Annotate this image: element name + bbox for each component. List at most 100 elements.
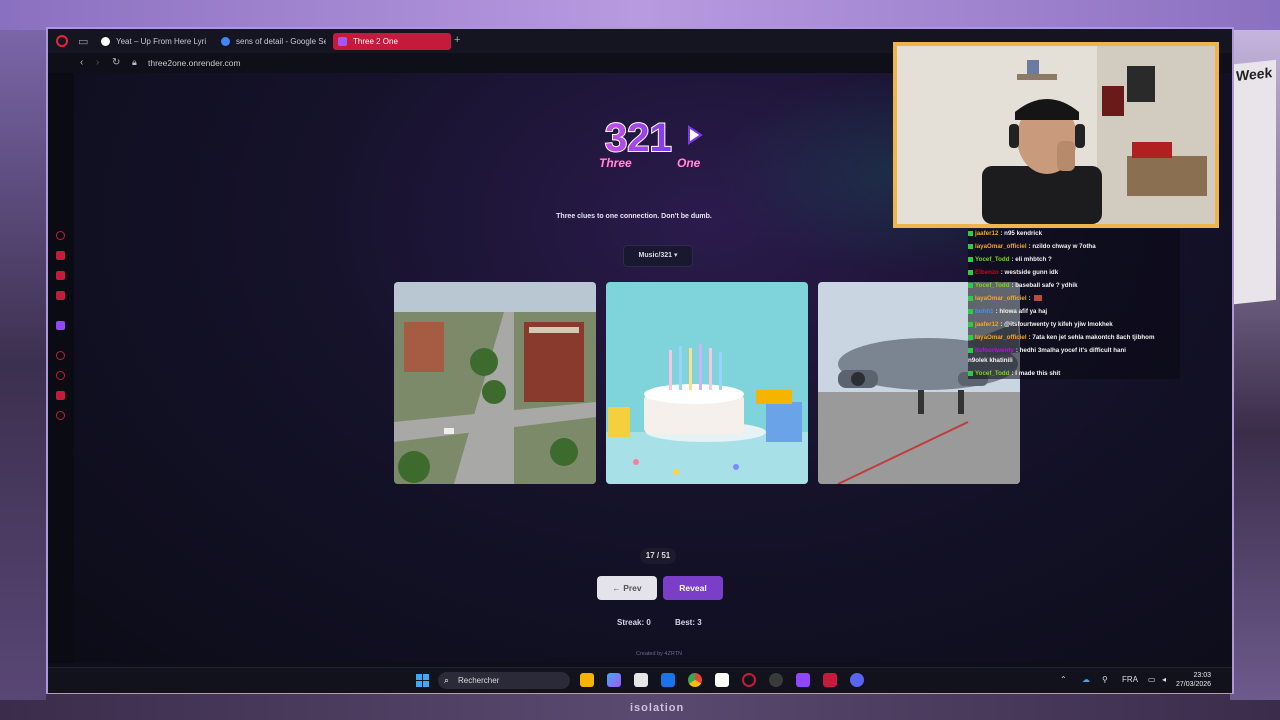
logo-word-left: Three (599, 156, 632, 170)
chat-message: jaafer12: @itsfourtwenty ty kifeh yjiw l… (968, 321, 1113, 328)
twitch-icon[interactable] (56, 321, 65, 330)
chat-message: layaOmar_officiel: 7ata ken jet sehla ma… (968, 334, 1154, 341)
browser-sidebar (48, 73, 74, 663)
discord-icon[interactable] (850, 673, 864, 687)
shop-icon[interactable] (56, 251, 65, 260)
store-icon[interactable] (634, 673, 648, 687)
tab-label: sens of detail - Google Se (236, 37, 326, 46)
search-icon: ⌕ (444, 675, 450, 685)
mod-badge-icon (968, 308, 973, 314)
mod-badge-icon (968, 282, 973, 288)
chat-message: layaOmar_officiel: nzildo chway w 7otha (968, 243, 1096, 250)
windows-taskbar: ⌕ Rechercher ⌃ ☁ ⚲ FRA ▭ ◂ 23:03 27/03/2… (48, 667, 1232, 693)
mod-badge-icon (968, 243, 973, 249)
floor-logo-text: isolation (630, 702, 685, 714)
search-placeholder: Rechercher (458, 676, 500, 685)
tab-google[interactable]: sens of detail - Google Se (216, 33, 326, 50)
onedrive-icon[interactable]: ☁ (1082, 675, 1090, 684)
aria-icon[interactable] (56, 231, 65, 240)
emote-icon (1033, 295, 1042, 302)
birthday-cake-image (606, 282, 808, 484)
chat-message: layaOmar_officiel: (968, 295, 1042, 302)
chat-message: Elbenzo: westside gunn idk (968, 269, 1058, 276)
red-app-icon[interactable] (823, 673, 837, 687)
chat-message: bohh1: hlowa afif ya haj (968, 308, 1047, 315)
mod-badge-icon (968, 347, 973, 353)
mod-badge-icon (968, 370, 973, 376)
chevron-down-icon: ▾ (673, 252, 678, 259)
whatsapp-icon[interactable] (56, 291, 65, 300)
clue-card-city[interactable] (394, 282, 596, 484)
category-select[interactable]: Music/321 ▾ (623, 245, 693, 267)
chat-message: Yocef_Todd: I made this shit (968, 370, 1060, 377)
messenger-icon[interactable] (56, 271, 65, 280)
webcam-overlay (893, 42, 1219, 228)
clock-time: 23:03 (1193, 672, 1212, 679)
mod-badge-icon (968, 230, 973, 236)
mod-badge-icon (968, 269, 973, 275)
chat-message: Yocef_Todd: eli mhbtch ? (968, 256, 1052, 263)
genius-favicon-icon (101, 37, 110, 46)
notion-icon[interactable] (715, 673, 729, 687)
chevron-up-icon[interactable]: ⌃ (1060, 675, 1067, 684)
chrome-icon[interactable] (688, 673, 702, 687)
language-indicator[interactable]: FRA (1122, 675, 1138, 684)
clue-card-cake[interactable] (606, 282, 808, 484)
tab-yeat[interactable]: Yeat – Up From Here Lyrics (96, 33, 206, 50)
tab-label: Three 2 One (353, 37, 398, 46)
mic-icon[interactable]: ⚲ (1102, 675, 1108, 684)
streak-stat: Streak: 0 (617, 618, 651, 627)
google-favicon-icon (221, 37, 230, 46)
pinboard-icon[interactable] (56, 391, 65, 400)
play-icon (688, 125, 703, 145)
tab-menu-icon[interactable]: ▭ (78, 35, 88, 48)
three2one-logo: 321 Three One (598, 115, 703, 171)
steam-icon[interactable] (769, 673, 783, 687)
three2one-favicon-icon (338, 37, 347, 46)
chat-message-continued: n9olek khatinili (968, 357, 1013, 364)
tab-three2one[interactable]: Three 2 One (333, 33, 451, 50)
forward-icon[interactable]: › (96, 57, 99, 68)
mod-badge-icon (968, 295, 973, 301)
file-explorer-icon[interactable] (580, 673, 594, 687)
mail-icon[interactable] (661, 673, 675, 687)
question-counter: 17 / 51 (640, 548, 676, 564)
url-field[interactable]: three2one.onrender.com (148, 58, 241, 68)
new-tab-icon[interactable]: + (454, 34, 460, 46)
chat-message: Yocef_Todd: baseball safe ? ydhik (968, 282, 1078, 289)
opera-logo-icon[interactable] (56, 35, 68, 47)
category-select-value: Music/321 (638, 252, 672, 259)
wall-poster: Week (1234, 59, 1276, 305)
opera-taskbar-icon[interactable] (742, 673, 756, 687)
mod-badge-icon (968, 334, 973, 340)
copilot-icon[interactable] (607, 673, 621, 687)
lock-icon: 🔒︎ (132, 57, 137, 67)
logo-number: 321 (605, 116, 672, 160)
heart-app-icon[interactable] (796, 673, 810, 687)
reload-icon[interactable]: ↻ (112, 57, 120, 68)
player-icon[interactable] (56, 351, 65, 360)
credit-text: Created by 4ZRTN (635, 651, 683, 657)
logo-word-right: One (677, 156, 701, 170)
mod-badge-icon (968, 321, 973, 327)
taskbar-search[interactable]: ⌕ Rechercher (438, 672, 570, 689)
prev-button[interactable]: ← Prev (597, 576, 657, 600)
windows-start-icon[interactable] (416, 674, 430, 688)
city-aerial-image (394, 282, 596, 484)
back-icon[interactable]: ‹ (80, 57, 83, 68)
network-icon[interactable]: ▭ (1148, 675, 1156, 684)
mod-badge-icon (968, 256, 973, 262)
stream-chat: jaafer12: n95 kendrick layaOmar_officiel… (968, 229, 1180, 379)
taskbar-clock[interactable]: 23:03 27/03/2026 (1176, 671, 1211, 689)
tab-label: Yeat – Up From Here Lyrics (116, 37, 206, 46)
best-stat: Best: 3 (675, 618, 702, 627)
settings-icon[interactable] (56, 411, 65, 420)
left-wall (0, 30, 46, 700)
volume-icon[interactable]: ◂ (1162, 675, 1166, 684)
clock-date: 27/03/2026 (1176, 681, 1212, 688)
chat-message: jaafer12: n95 kendrick (968, 230, 1042, 237)
streamer-webcam-image (897, 46, 1215, 224)
history-icon[interactable] (56, 371, 65, 380)
chat-message: itsfourtwenty: hedhi 3malha yocef it's d… (968, 347, 1126, 354)
reveal-button[interactable]: Reveal (663, 576, 723, 600)
